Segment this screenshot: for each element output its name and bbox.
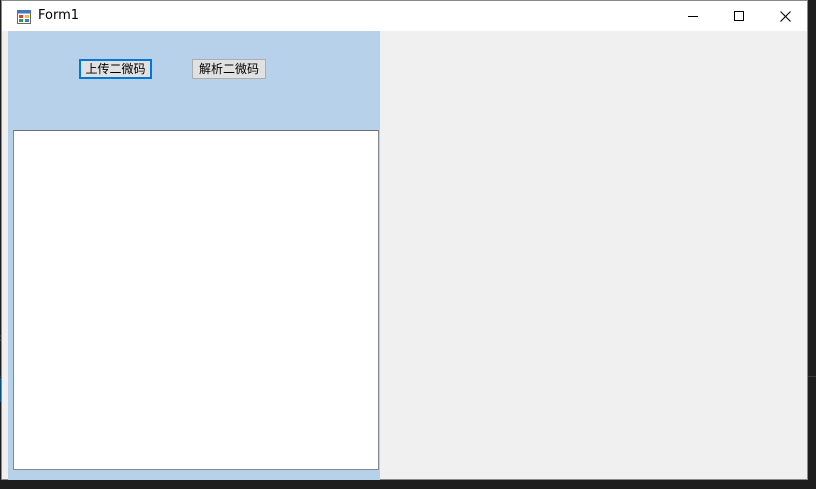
maximize-icon — [734, 11, 744, 21]
form-app-icon — [17, 9, 31, 24]
minimize-button[interactable] — [670, 1, 716, 31]
window-title: Form1 — [38, 8, 80, 23]
maximize-button[interactable] — [716, 1, 762, 31]
qr-picture-box — [13, 130, 379, 470]
minimize-icon — [688, 16, 698, 17]
form-window: Form1 上传二微码 解析二微码 — [1, 0, 808, 480]
upload-qr-button[interactable]: 上传二微码 — [79, 59, 152, 79]
close-button[interactable] — [762, 1, 808, 31]
left-panel: 上传二微码 解析二微码 — [8, 31, 380, 480]
title-bar[interactable]: Form1 — [2, 1, 807, 31]
parse-qr-button[interactable]: 解析二微码 — [192, 59, 266, 79]
close-icon — [779, 10, 791, 22]
